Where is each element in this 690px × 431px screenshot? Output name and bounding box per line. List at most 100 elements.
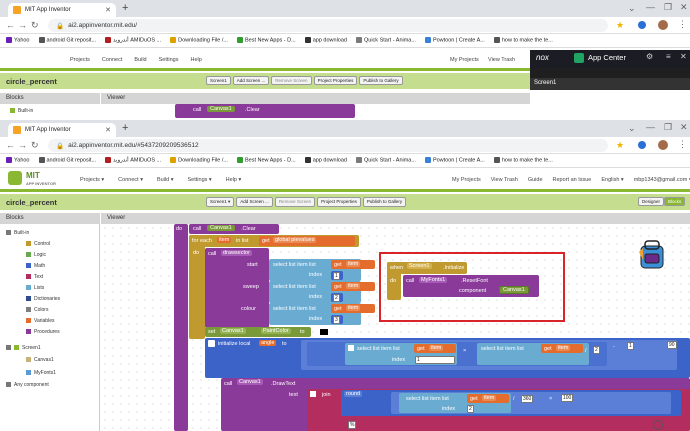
canvas1-dropdown[interactable]: Canvas1 [237, 379, 263, 385]
bookmark[interactable]: Powtoon | Create A... [424, 37, 485, 44]
menu-account[interactable]: mbp1343@gmail.com ▾ [634, 177, 690, 183]
publish-gallery-button[interactable]: Publish to Gallery [359, 76, 403, 85]
menu-kebab-icon[interactable]: ⋮ [678, 19, 687, 30]
menu-help[interactable]: Help [190, 57, 201, 63]
mutator-gear-icon[interactable] [208, 340, 215, 347]
tree-procedures[interactable]: Procedures [26, 329, 60, 335]
close-tab-icon[interactable]: ✕ [105, 6, 111, 14]
menu-view-trash[interactable]: View Trash [491, 177, 518, 183]
new-tab-icon[interactable]: + [122, 2, 128, 14]
number-2[interactable]: 2 [467, 405, 474, 413]
recenter-icon[interactable] [653, 420, 663, 430]
close-window-icon[interactable]: ✕ [680, 2, 688, 13]
menu-language[interactable]: English ▾ [601, 177, 623, 183]
minimize-icon[interactable]: — [646, 2, 655, 12]
procedure-spine[interactable] [174, 224, 188, 431]
bookmark[interactable]: Yahoo [6, 37, 30, 44]
screen-dropdown[interactable]: Screen1 ▾ [206, 197, 235, 207]
global-pievalues-dropdown[interactable]: global pievalues [273, 237, 317, 243]
number-90[interactable]: 90 [667, 341, 677, 349]
front-url-field[interactable]: 🔒 ai2.appinventor.mit.edu/#54372092095365… [48, 139, 608, 152]
number-2[interactable]: 2 [333, 294, 340, 302]
item-dropdown[interactable]: item [482, 395, 497, 401]
backpack-icon[interactable] [637, 238, 667, 270]
bookmark[interactable]: how to make the te... [493, 37, 553, 44]
back-builtin[interactable]: Built-in [10, 108, 33, 114]
tree-dictionaries[interactable]: Dictionaries [26, 296, 60, 302]
screen1-dropdown[interactable]: Screen1 [407, 263, 432, 269]
maximize-icon[interactable]: ❐ [664, 2, 672, 13]
menu-view-trash[interactable]: View Trash [488, 57, 515, 63]
forward-icon[interactable]: → [18, 20, 27, 30]
tree-variables[interactable]: Variables [26, 318, 54, 324]
menu-settings[interactable]: Settings [159, 57, 179, 63]
reload-icon[interactable]: ↻ [31, 140, 39, 151]
bookmark[interactable]: Yahoo [6, 157, 30, 164]
add-screen-button[interactable]: Add Screen ... [236, 197, 273, 207]
front-tab[interactable]: MIT App Inventor ✕ [8, 123, 116, 137]
menu-report-issue[interactable]: Report an Issue [553, 177, 592, 183]
extension-icon[interactable] [638, 21, 646, 29]
menu-build[interactable]: Build ▾ [157, 177, 174, 183]
menu-build[interactable]: Build [134, 57, 146, 63]
screen-dropdown[interactable]: Screen1 [206, 76, 231, 85]
nox-close-icon[interactable]: ✕ [680, 52, 687, 61]
item-variable[interactable]: item [217, 237, 232, 243]
bookmark[interactable]: Best New Apps - D... [236, 37, 296, 44]
menu-connect[interactable]: Connect ▾ [118, 177, 143, 183]
tree-builtin[interactable]: Built-in [6, 230, 29, 236]
menu-my-projects[interactable]: My Projects [450, 57, 479, 63]
tab-search-icon[interactable]: ⌄ [628, 123, 636, 134]
forward-icon[interactable]: → [18, 140, 27, 150]
bookmark[interactable]: how to make the te... [493, 157, 553, 164]
play-store-icon[interactable] [574, 53, 584, 63]
angle-variable[interactable]: angle [259, 340, 277, 346]
menu-my-projects[interactable]: My Projects [452, 177, 481, 183]
app-inventor-logo[interactable]: MIT APP INVENTOR [26, 172, 56, 188]
tree-logic[interactable]: Logic [26, 252, 46, 258]
number-100[interactable]: 100 [561, 394, 574, 402]
avatar[interactable] [658, 140, 668, 150]
bookmark[interactable]: Downloading File /... [170, 37, 228, 44]
percent-string[interactable]: % [348, 421, 357, 429]
tree-any-component[interactable]: Any component [6, 382, 49, 388]
item-dropdown[interactable]: item [556, 345, 571, 351]
menu-kebab-icon[interactable]: ⋮ [678, 139, 687, 150]
tree-canvas1[interactable]: Canvas1 [26, 357, 54, 363]
bookmark[interactable]: أندرويد AMIDuOS ... [105, 37, 161, 44]
number-3[interactable]: 3 [333, 316, 340, 324]
tree-lists[interactable]: Lists [26, 285, 44, 291]
menu-projects[interactable]: Projects [70, 57, 90, 63]
canvas-selector[interactable]: Canvas1 [207, 106, 235, 112]
project-properties-button[interactable]: Project Properties [313, 76, 358, 85]
number-1[interactable]: 1 [333, 272, 340, 280]
designer-button[interactable]: Designer [638, 197, 665, 206]
number-2[interactable]: 2 [593, 346, 600, 354]
color-black-swatch[interactable] [319, 328, 329, 336]
tree-colors[interactable]: Colors [26, 307, 48, 313]
back-icon[interactable]: ← [6, 20, 15, 30]
menu-settings[interactable]: Settings ▾ [188, 177, 212, 183]
nox-settings-icon[interactable]: ⚙ [646, 52, 653, 61]
maximize-icon[interactable]: ❐ [664, 122, 672, 133]
star-icon[interactable]: ★ [616, 140, 624, 151]
drawsector-dropdown[interactable]: drawsector [221, 250, 252, 256]
blocks-button[interactable]: Blocks [664, 197, 686, 206]
back-icon[interactable]: ← [6, 140, 15, 150]
drawsector-call-block[interactable] [205, 248, 269, 328]
tree-control[interactable]: Control [26, 241, 50, 247]
tree-screen1[interactable]: Screen1 [6, 345, 41, 351]
bookmark[interactable]: Powtoon | Create A... [424, 157, 485, 164]
item-dropdown[interactable]: item [346, 261, 361, 267]
bookmark[interactable]: Downloading File /... [170, 157, 228, 164]
menu-guide[interactable]: Guide [528, 177, 543, 183]
close-window-icon[interactable]: ✕ [680, 122, 688, 133]
extension-icon[interactable] [638, 141, 646, 149]
menu-connect[interactable]: Connect [102, 57, 123, 63]
menu-projects[interactable]: Projects ▾ [80, 177, 104, 183]
bookmark[interactable]: Quick Start - Anima... [355, 37, 416, 44]
tree-text[interactable]: Text [26, 274, 43, 280]
number-1[interactable]: 1 [415, 356, 455, 364]
bookmark[interactable]: android Git reposit... [38, 37, 96, 44]
bookmark[interactable]: Best New Apps - D... [236, 157, 296, 164]
